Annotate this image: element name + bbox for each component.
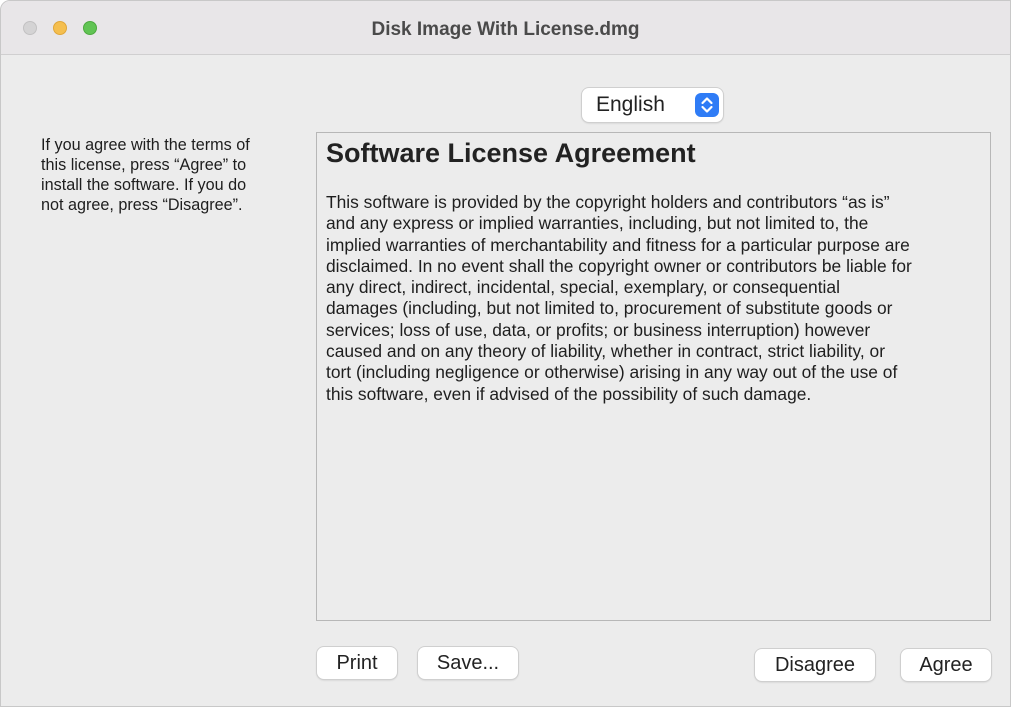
window-title: Disk Image With License.dmg [371, 19, 640, 40]
title-bar[interactable]: Disk Image With License.dmg [1, 1, 1010, 55]
license-line: any direct, indirect, incidental, specia… [326, 277, 840, 298]
save-button[interactable]: Save... [418, 647, 518, 679]
license-line: damages (including, but not limited to, … [326, 298, 893, 319]
license-line: implied warranties of merchantability an… [326, 234, 910, 255]
license-line: disclaimed. In no event shall the copyri… [326, 255, 912, 276]
license-text-area[interactable]: Software License Agreement This software… [316, 132, 991, 621]
license-window: Disk Image With License.dmg English If y… [0, 0, 1011, 707]
license-line: This software is provided by the copyrig… [326, 192, 890, 212]
license-line: tort (including negligence or otherwise)… [326, 362, 898, 383]
chevron-up-down-icon [695, 93, 719, 117]
license-line: caused and on any theory of liability, w… [326, 341, 886, 362]
license-line: and any express or implied warranties, i… [326, 213, 869, 234]
license-line: services; loss of use, data, or profits;… [326, 319, 871, 340]
license-heading: Software License Agreement [326, 138, 696, 168]
license-instructions: If you agree with the terms of this lice… [41, 136, 250, 214]
print-button[interactable]: Print [317, 647, 397, 679]
agree-button[interactable]: Agree [901, 649, 991, 681]
license-line: this software, even if advised of the po… [326, 383, 812, 404]
license-body: This software is provided by the copyrig… [326, 192, 986, 405]
language-select[interactable]: English [582, 88, 723, 122]
language-select-value: English [596, 93, 665, 116]
disagree-button[interactable]: Disagree [755, 649, 875, 681]
